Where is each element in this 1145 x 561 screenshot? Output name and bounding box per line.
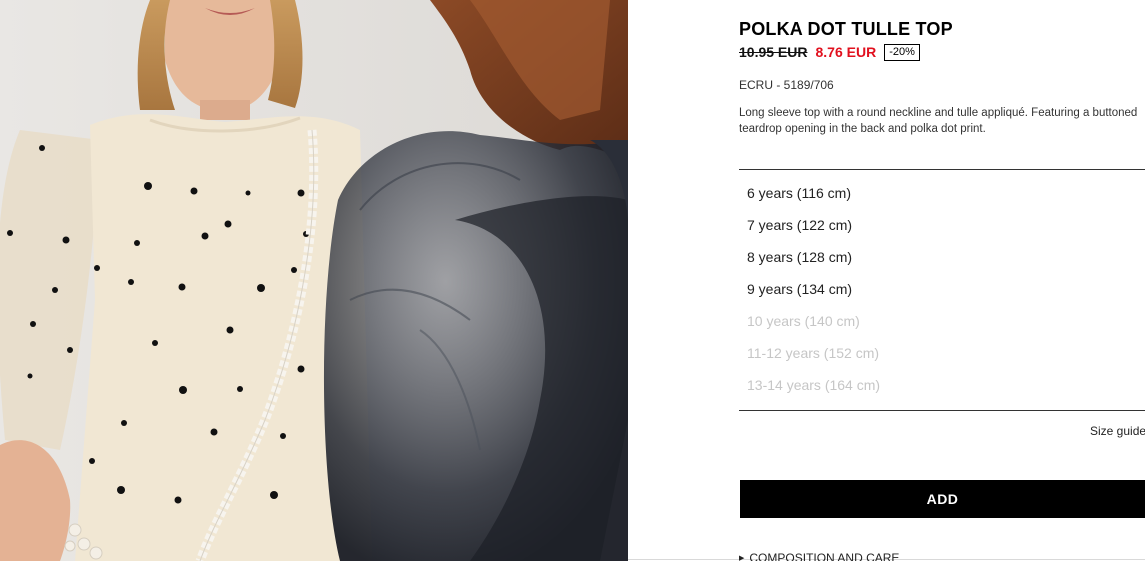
product-image <box>0 0 628 561</box>
add-to-cart-button[interactable]: ADD <box>740 480 1145 518</box>
size-list-top-divider <box>739 169 1145 170</box>
composition-label: COMPOSITION AND CARE <box>749 551 900 561</box>
price-row: 10.95 EUR 8.76 EUR -20% <box>739 43 920 61</box>
old-price: 10.95 EUR <box>739 44 808 60</box>
size-guide-link[interactable]: Size guide <box>1090 424 1145 438</box>
color-and-reference: ECRU - 5189/706 <box>739 78 834 92</box>
product-description: Long sleeve top with a round neckline an… <box>739 107 1138 135</box>
size-option[interactable]: 6 years (116 cm) <box>739 177 1145 209</box>
size-option-unavailable: 13-14 years (164 cm) <box>747 377 881 393</box>
size-option[interactable]: 8 years (128 cm) <box>739 241 1145 273</box>
size-option-unavailable: 10 years (140 cm) <box>747 313 860 329</box>
size-list-bottom-divider <box>739 410 1145 411</box>
composition-and-care-toggle[interactable]: ▶ COMPOSITION AND CARE <box>739 551 899 561</box>
triangle-right-icon: ▶ <box>739 555 745 561</box>
size-option[interactable]: 7 years (122 cm) <box>739 209 1145 241</box>
product-info-panel: POLKA DOT TULLE TOP 10.95 EUR 8.76 EUR -… <box>739 0 1145 561</box>
size-option-unavailable: 11-12 years (152 cm) <box>747 345 880 361</box>
discount-badge: -20% <box>884 43 920 61</box>
size-selector: 6 years (116 cm) 7 years (122 cm) 8 year… <box>739 177 1145 401</box>
size-option[interactable]: 9 years (134 cm) <box>739 273 1145 305</box>
product-title: POLKA DOT TULLE TOP <box>739 19 953 39</box>
product-page: POLKA DOT TULLE TOP 10.95 EUR 8.76 EUR -… <box>0 0 1145 561</box>
sale-price: 8.76 EUR <box>815 44 877 60</box>
